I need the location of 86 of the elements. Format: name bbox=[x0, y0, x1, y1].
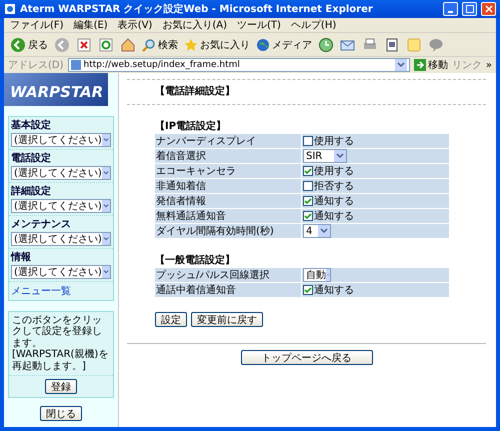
maximize-button[interactable] bbox=[462, 2, 477, 16]
document-icon[interactable] bbox=[384, 36, 400, 52]
checkbox[interactable] bbox=[303, 285, 313, 295]
setting-label: 非通知着信 bbox=[155, 179, 301, 193]
menu-item[interactable]: 表示(V) bbox=[118, 18, 152, 32]
top-page-button[interactable]: トップページへ戻る bbox=[240, 350, 372, 365]
go-arrow-icon bbox=[414, 59, 426, 71]
address-field[interactable]: http://web.setup/index_frame.html bbox=[68, 58, 410, 72]
menu-item[interactable]: ファイル(F) bbox=[10, 18, 64, 32]
chevron-icon bbox=[334, 150, 346, 162]
page-title: 【電話詳細設定】 bbox=[155, 84, 236, 98]
dropdown[interactable]: (選択してください) bbox=[11, 232, 111, 246]
dropdown[interactable]: (選択してください) bbox=[11, 132, 111, 146]
history-icon[interactable] bbox=[318, 36, 334, 52]
minimize-button[interactable] bbox=[443, 2, 458, 16]
section-heading: 【一般電話設定】 bbox=[155, 253, 236, 267]
logo: WARPSTAR bbox=[4, 73, 108, 106]
close-button[interactable] bbox=[481, 2, 496, 16]
search-icon bbox=[142, 38, 156, 52]
menu-item[interactable]: ヘルプ(H) bbox=[290, 18, 336, 32]
chevron-icon bbox=[102, 134, 110, 146]
menu-label: 電話設定 bbox=[11, 151, 52, 164]
menu-label: 詳細設定 bbox=[11, 184, 52, 198]
setting-label: 発信者情報 bbox=[155, 194, 301, 208]
dropdown[interactable]: (選択してください) bbox=[11, 198, 111, 212]
menu-label: 基本設定 bbox=[11, 118, 52, 132]
more-chevron[interactable]: » bbox=[486, 60, 492, 70]
dropdown[interactable]: 4 bbox=[303, 224, 331, 238]
option-label: 拒否する bbox=[314, 180, 354, 193]
chevron-icon bbox=[326, 269, 330, 281]
chevron-icon bbox=[318, 225, 330, 237]
address-label: アドレス(D) bbox=[8, 59, 64, 72]
form-button[interactable]: 変更前に戻す bbox=[191, 312, 263, 327]
page-icon bbox=[70, 60, 81, 70]
close-page-button[interactable]: 閉じる bbox=[40, 406, 82, 421]
globe-icon bbox=[256, 38, 270, 52]
checkbox[interactable] bbox=[303, 196, 313, 206]
window-title: Aterm WARPSTAR クイック設定Web - Microsoft Internet Explorer bbox=[20, 2, 374, 16]
back-button[interactable]: 戻る bbox=[10, 36, 48, 52]
note-text: このボタンをクリックして設定を登録します。[WARPSTAR(親機)を再起動します。] bbox=[9, 312, 113, 376]
search-button[interactable]: 検索 bbox=[142, 38, 178, 52]
dropdown[interactable]: (選択してください) bbox=[11, 264, 111, 278]
option-label: 使用する bbox=[314, 165, 354, 178]
setting-label: エコーキャンセラ bbox=[155, 164, 301, 178]
menu-item[interactable]: 編集(E) bbox=[74, 18, 108, 32]
go-button[interactable]: 移動 bbox=[414, 58, 448, 72]
menu-item[interactable]: ツール(T) bbox=[237, 18, 281, 32]
stop-icon[interactable] bbox=[76, 36, 92, 52]
setting-label: プッシュ/パルス回線選択 bbox=[155, 268, 301, 282]
chevron-icon bbox=[102, 266, 110, 278]
favorites-button[interactable]: お気に入り bbox=[184, 38, 250, 52]
checkbox[interactable] bbox=[303, 211, 313, 221]
option-label: 通知する bbox=[314, 284, 354, 297]
dropdown[interactable]: 自動 bbox=[303, 268, 331, 282]
chevron-icon bbox=[102, 232, 110, 244]
option-label: 使用する bbox=[314, 135, 354, 148]
home-icon[interactable] bbox=[120, 36, 136, 52]
chat-bubble-icon[interactable] bbox=[428, 36, 444, 52]
dropdown[interactable]: SIR bbox=[303, 149, 347, 163]
checkbox[interactable] bbox=[303, 136, 313, 146]
setting-label: ダイヤル間隔有効時間(秒) bbox=[155, 224, 301, 238]
option-label: 通知する bbox=[314, 210, 354, 223]
media-button[interactable]: メディア bbox=[256, 38, 312, 52]
chevron-icon bbox=[102, 166, 110, 178]
refresh-icon[interactable] bbox=[98, 36, 114, 52]
dropdown[interactable]: (選択してください) bbox=[11, 166, 111, 180]
setting-label: 着信音選択 bbox=[155, 149, 301, 163]
setting-label: 無料通話通知音 bbox=[155, 209, 301, 223]
close-icon bbox=[484, 5, 492, 13]
option-label: 通知する bbox=[314, 194, 354, 208]
maximize-icon bbox=[466, 5, 474, 13]
form-button[interactable]: 設定 bbox=[155, 312, 187, 327]
checkbox[interactable] bbox=[303, 166, 313, 176]
menu-label: 情報 bbox=[11, 250, 32, 264]
chevron-icon bbox=[102, 200, 110, 212]
setting-label: ナンバーディスプレイ bbox=[155, 134, 301, 148]
menu-list-link[interactable]: メニュー一覧 bbox=[9, 282, 113, 300]
setting-label: 通話中着信通知音 bbox=[155, 283, 301, 297]
register-button[interactable]: 登録 bbox=[45, 379, 77, 394]
dropdown-chevron-icon bbox=[394, 59, 407, 71]
menu-item[interactable]: お気に入り(A) bbox=[162, 18, 227, 32]
star-icon bbox=[184, 38, 198, 52]
menu-label: メンテナンス bbox=[11, 218, 72, 230]
checkbox[interactable] bbox=[303, 181, 313, 191]
browser-icon bbox=[4, 3, 16, 15]
section-heading: 【IP電話設定】 bbox=[155, 119, 228, 133]
